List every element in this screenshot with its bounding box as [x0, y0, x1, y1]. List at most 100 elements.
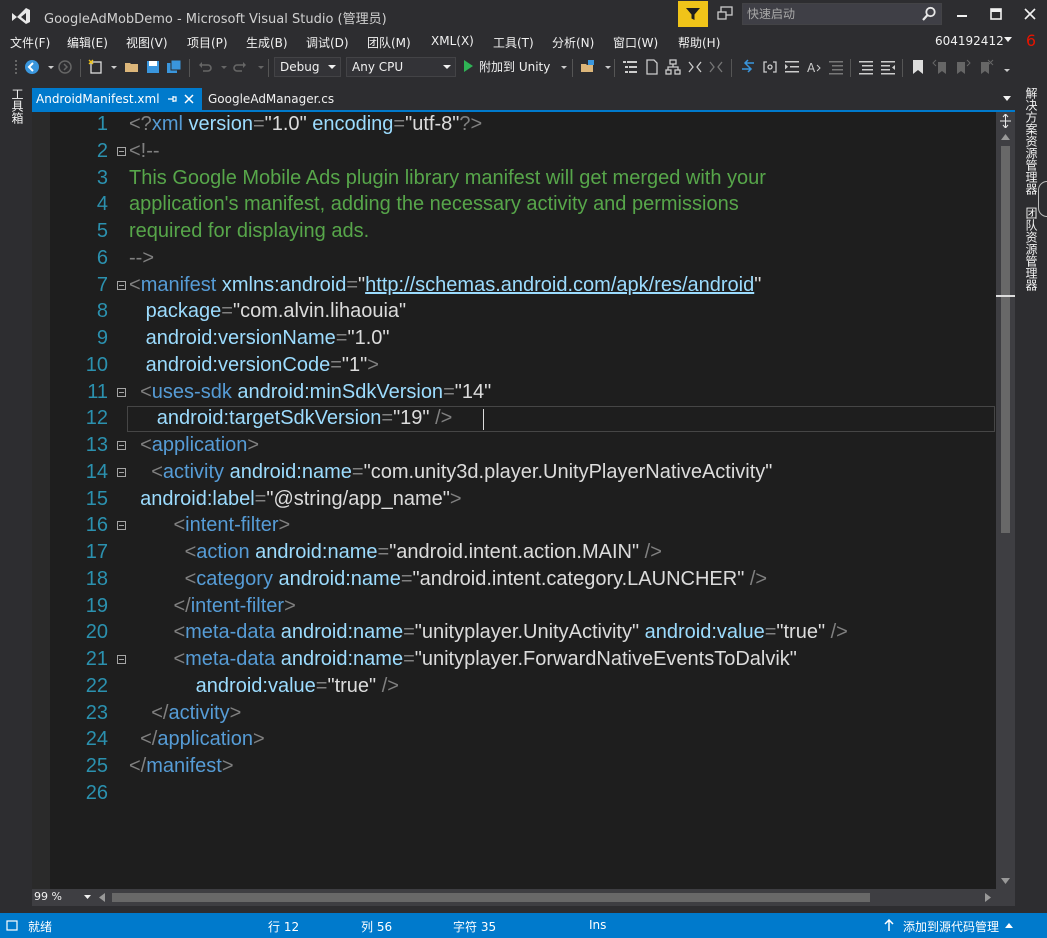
notifications-filter-icon[interactable] [678, 1, 708, 27]
code-line[interactable]: 16 <intent-filter> [32, 513, 997, 540]
new-project-icon[interactable] [88, 59, 104, 75]
team-explorer-tab[interactable]: 团队资源管理器 [1023, 207, 1040, 291]
horizontal-scrollbar-thumb[interactable] [112, 893, 870, 902]
code-line[interactable]: 24 </application> [32, 727, 997, 754]
menu-tools[interactable]: 工具(T) [493, 34, 534, 51]
menu-edit[interactable]: 编辑(E) [67, 34, 108, 51]
next-bookmark-icon[interactable] [955, 59, 971, 75]
feedback-icon[interactable] [716, 5, 734, 23]
code-line[interactable]: 26 [32, 781, 997, 808]
collapse-icon[interactable] [117, 467, 126, 477]
navigate-forward-icon[interactable] [57, 59, 73, 75]
save-icon[interactable] [145, 59, 161, 75]
outline-icon[interactable] [622, 59, 638, 75]
menu-project[interactable]: 项目(P) [187, 34, 228, 51]
navigate-back-icon[interactable] [24, 59, 40, 75]
minimize-button[interactable] [945, 0, 979, 28]
clear-bookmarks-icon[interactable] [978, 59, 994, 75]
zoom-dropdown[interactable]: 99 % [34, 890, 92, 905]
scroll-left-icon[interactable] [99, 893, 105, 902]
menu-team[interactable]: 团队(M) [367, 34, 411, 51]
code-line[interactable]: 19 </intent-filter> [32, 594, 997, 621]
code-line[interactable]: 14 <activity android:name="com.unity3d.p… [32, 460, 997, 487]
configuration-dropdown[interactable]: Debug [274, 57, 341, 77]
redo-icon[interactable] [232, 59, 248, 75]
code-line[interactable]: 11 <uses-sdk android:minSdkVersion="14" [32, 380, 997, 407]
chevron-down-icon[interactable] [216, 59, 232, 75]
format-icon[interactable] [740, 59, 756, 75]
close-icon[interactable] [183, 93, 195, 105]
menu-debug[interactable]: 调试(D) [306, 34, 349, 51]
code-line[interactable]: 17 <action android:name="android.intent.… [32, 540, 997, 567]
quick-launch-box[interactable] [742, 3, 942, 25]
undo-icon[interactable] [197, 59, 213, 75]
quick-launch-input[interactable] [747, 5, 917, 23]
collapse-icon[interactable] [117, 521, 126, 531]
arrow-up-icon[interactable] [884, 919, 894, 931]
collapse-icon[interactable] [117, 146, 126, 156]
tab-list-dropdown-icon[interactable] [1003, 96, 1011, 102]
split-window-icon[interactable] [1000, 114, 1011, 128]
search-icon[interactable] [921, 6, 937, 22]
code-line[interactable]: 25 </manifest> [32, 754, 997, 781]
debug-xslt-icon[interactable] [708, 59, 724, 75]
document-icon[interactable] [644, 59, 660, 75]
code-line[interactable]: 10 android:versionCode="1"> [32, 353, 997, 380]
tab-androidmanifest[interactable]: AndroidManifest.xml [32, 88, 202, 110]
attach-to-unity-button[interactable]: 附加到 Unity [464, 58, 550, 78]
collapse-icon[interactable] [117, 387, 126, 397]
code-line[interactable]: 13 <application> [32, 433, 997, 460]
code-line[interactable]: 7 <manifest xmlns:android= "http://schemas… [32, 273, 997, 300]
account-name[interactable]: 604192412 [935, 34, 1004, 48]
list-icon[interactable] [858, 59, 874, 75]
add-to-source-control-button[interactable]: 添加到源代码管理 [903, 918, 999, 935]
chevron-up-icon[interactable] [1005, 923, 1013, 928]
previous-bookmark-icon[interactable] [932, 59, 948, 75]
menu-help[interactable]: 帮助(H) [678, 34, 720, 51]
browse-icon[interactable] [580, 59, 596, 75]
bookmark-icon[interactable] [910, 59, 926, 75]
menu-file[interactable]: 文件(F) [10, 34, 50, 51]
code-line[interactable]: 21 <meta-data android:name="unityplayer.… [32, 647, 997, 674]
brackets-icon[interactable] [762, 59, 778, 75]
menu-build[interactable]: 生成(B) [246, 34, 288, 51]
code-line[interactable]: 4 application's manifest, adding the nece… [32, 192, 997, 219]
save-all-icon[interactable] [166, 59, 182, 75]
collapse-icon[interactable] [117, 655, 126, 664]
scroll-down-icon[interactable] [1001, 878, 1010, 884]
code-line[interactable]: 9 android:versionName="1.0" [32, 326, 997, 353]
menu-view[interactable]: 视图(V) [126, 34, 168, 51]
maximize-button[interactable] [979, 0, 1013, 28]
code-line[interactable]: 2 <!-- [32, 139, 997, 166]
indent-icon[interactable] [784, 59, 800, 75]
code-line[interactable]: 12 android:targetSdkVersion="19" /> [32, 406, 997, 433]
platform-dropdown[interactable]: Any CPU [346, 57, 456, 77]
editor-vertical-scrollbar[interactable] [996, 112, 1015, 889]
schema-icon[interactable] [665, 59, 681, 75]
toolbox-tab[interactable]: 工具箱 [9, 88, 26, 124]
scroll-right-icon[interactable] [985, 893, 991, 902]
comment-lines-icon[interactable] [828, 59, 844, 75]
chevron-down-icon[interactable] [106, 59, 122, 75]
code-line[interactable]: 18 <category android:name="android.inten… [32, 567, 997, 594]
collapse-icon[interactable] [117, 280, 126, 290]
xslt-icon[interactable] [687, 59, 703, 75]
collapse-icon[interactable] [117, 441, 126, 450]
font-icon[interactable]: A [806, 59, 822, 75]
pin-icon[interactable] [166, 93, 178, 105]
code-line[interactable]: 5 required for displaying ads. [32, 219, 997, 246]
menu-analyze[interactable]: 分析(N) [552, 34, 594, 51]
code-line[interactable]: 1 <?xml version="1.0" encoding="utf-8"?> [32, 112, 997, 139]
code-line[interactable]: 15 android:label="@string/app_name"> [32, 487, 997, 514]
code-editor[interactable]: 1 <?xml version="1.0" encoding="utf-8"?> 2… [32, 112, 1015, 889]
code-line[interactable]: 6 --> [32, 246, 997, 273]
toolbar-options-icon[interactable] [999, 59, 1015, 75]
menu-xml[interactable]: XML(X) [431, 34, 474, 48]
menu-window[interactable]: 窗口(W) [613, 34, 658, 51]
code-line[interactable]: 23 </activity> [32, 701, 997, 728]
chevron-down-icon[interactable] [556, 59, 572, 75]
code-link[interactable]: http://schemas.android.com/apk/res/andro… [365, 274, 754, 296]
open-file-icon[interactable] [124, 59, 140, 75]
unindent-icon[interactable] [880, 59, 896, 75]
notification-badge[interactable]: 6 [1020, 30, 1042, 52]
